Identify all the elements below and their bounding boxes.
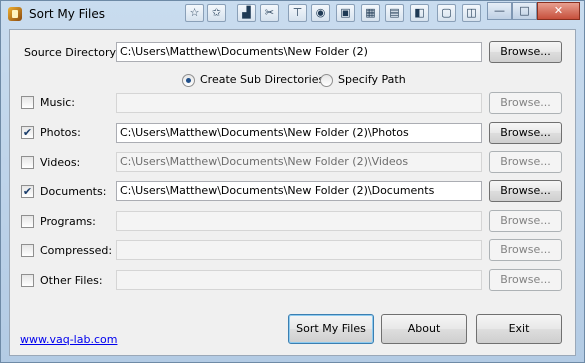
minimize-button[interactable]: — (487, 2, 512, 20)
compressed-checkbox[interactable] (21, 244, 34, 257)
pin-icon[interactable]: ☆ (185, 4, 204, 22)
filter-icon[interactable]: ⊤ (288, 4, 307, 22)
window-icon[interactable]: ▢ (437, 4, 456, 22)
create-sub-directories-label: Create Sub Directories (200, 73, 325, 86)
documents-label: Documents: (40, 185, 107, 198)
programs-label: Programs: (40, 215, 96, 228)
palette-icon[interactable]: ◉ (311, 4, 330, 22)
music-path-input[interactable] (116, 93, 482, 113)
music-browse-button[interactable]: Browse... (489, 92, 562, 114)
programs-checkbox[interactable] (21, 215, 34, 228)
create-sub-directories-radio[interactable] (182, 74, 195, 87)
other-files-browse-button[interactable]: Browse... (489, 269, 562, 291)
music-checkbox[interactable] (21, 96, 34, 109)
documents-path-input[interactable]: C:\Users\Matthew\Documents\New Folder (2… (116, 181, 482, 201)
main-panel: Source Directory: C:\Users\Matthew\Docum… (9, 29, 576, 356)
title-bar[interactable]: Sort My Files ☆ ✩ ▟ ✂ ⊤ ◉ ▣ ▦ ▤ ◧ ▢ ◫ — … (1, 1, 584, 28)
grid-icon[interactable]: ▦ (361, 4, 380, 22)
compressed-browse-button[interactable]: Browse... (489, 239, 562, 261)
source-directory-input[interactable]: C:\Users\Matthew\Documents\New Folder (2… (116, 42, 482, 62)
other-files-checkbox[interactable] (21, 274, 34, 287)
music-label: Music: (40, 96, 76, 109)
close-button[interactable]: ✕ (537, 2, 580, 20)
source-label: Source Directory: (24, 46, 119, 59)
app-icon (8, 7, 22, 21)
photos-path-input[interactable]: C:\Users\Matthew\Documents\New Folder (2… (116, 123, 482, 143)
other-files-label: Other Files: (40, 274, 103, 287)
programs-browse-button[interactable]: Browse... (489, 210, 562, 232)
scissors-icon[interactable]: ✂ (260, 4, 279, 22)
compressed-label: Compressed: (40, 244, 113, 257)
about-button[interactable]: About (381, 314, 467, 344)
window-title: Sort My Files (29, 7, 106, 21)
sort-my-files-button[interactable]: Sort My Files (288, 314, 374, 344)
documents-checkbox[interactable]: ✔ (21, 185, 34, 198)
photos-checkbox[interactable]: ✔ (21, 126, 34, 139)
stack-icon[interactable]: ▤ (385, 4, 404, 22)
website-link[interactable]: www.vaq-lab.com (20, 333, 117, 346)
compressed-path-input[interactable] (116, 240, 482, 260)
frame-icon[interactable]: ▣ (336, 4, 355, 22)
specify-path-radio[interactable] (320, 74, 333, 87)
app-window: Sort My Files ☆ ✩ ▟ ✂ ⊤ ◉ ▣ ▦ ▤ ◧ ▢ ◫ — … (0, 0, 585, 363)
maximize-button[interactable]: □ (512, 2, 537, 20)
restore-icon[interactable]: ◫ (462, 4, 481, 22)
star-icon[interactable]: ✩ (207, 4, 226, 22)
videos-label: Videos: (40, 156, 81, 169)
photos-label: Photos: (40, 126, 81, 139)
videos-browse-button[interactable]: Browse... (489, 151, 562, 173)
photos-browse-button[interactable]: Browse... (489, 122, 562, 144)
documents-browse-button[interactable]: Browse... (489, 180, 562, 202)
programs-path-input[interactable] (116, 211, 482, 231)
specify-path-label: Specify Path (338, 73, 406, 86)
videos-path-input[interactable]: C:\Users\Matthew\Documents\New Folder (2… (116, 152, 482, 172)
videos-checkbox[interactable] (21, 156, 34, 169)
source-browse-button[interactable]: Browse... (489, 41, 562, 63)
layers-icon[interactable]: ◧ (410, 4, 429, 22)
exit-button[interactable]: Exit (476, 314, 562, 344)
chart-icon[interactable]: ▟ (237, 4, 256, 22)
other-files-path-input[interactable] (116, 270, 482, 290)
